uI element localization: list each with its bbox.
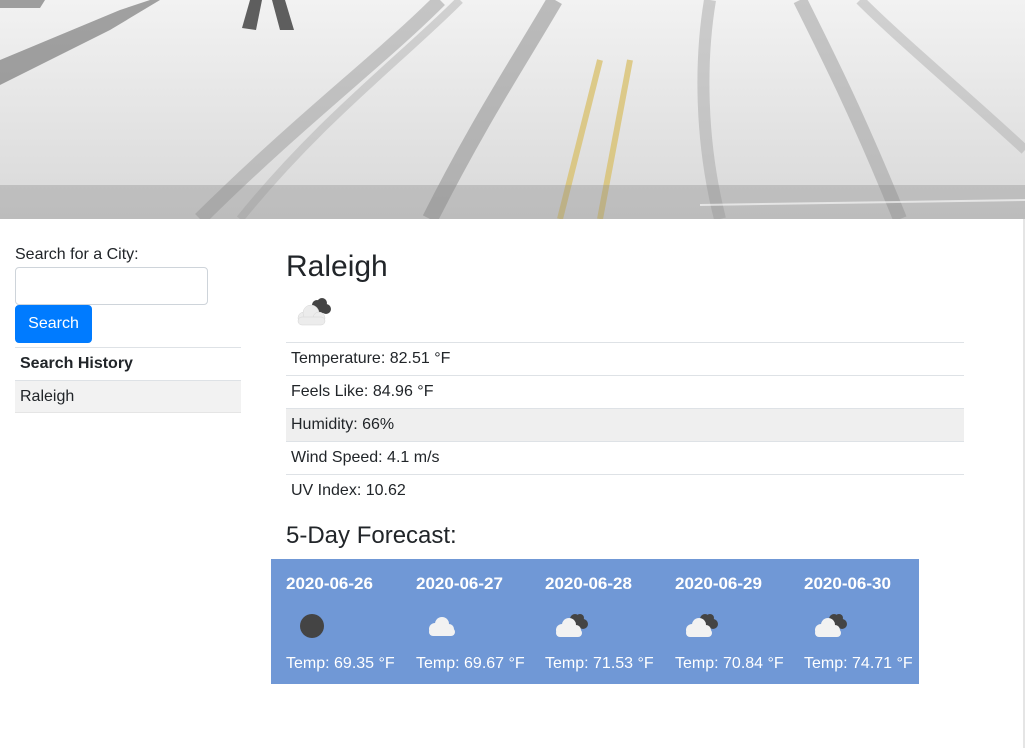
search-label: Search for a City:	[15, 246, 139, 263]
forecast-date: 2020-06-27	[416, 574, 503, 593]
uv-index-stat: UV Index: 10.62	[286, 474, 964, 507]
sidebar: Search for a City: Search Search History…	[15, 245, 241, 413]
forecast-day: 2020-06-26 Temp: 69.35 °F	[271, 559, 400, 684]
forecast-day: 2020-06-29 Temp: 70.84 °F	[660, 559, 789, 684]
broken-clouds-icon	[686, 614, 718, 637]
current-weather: Raleigh Temperature: 82.51 °F Feels Like…	[286, 247, 964, 507]
forecast-temp: Temp: 69.67 °F	[416, 655, 525, 672]
forecast-temp: Temp: 69.35 °F	[286, 655, 395, 672]
forecast-title: 5-Day Forecast:	[286, 522, 457, 549]
forecast-temp: Temp: 71.53 °F	[545, 655, 654, 672]
forecast-date: 2020-06-28	[545, 574, 632, 593]
broken-clouds-icon	[556, 614, 588, 637]
broken-clouds-icon	[815, 614, 847, 637]
search-button[interactable]: Search	[15, 305, 92, 343]
forecast-panel: 2020-06-26 Temp: 69.35 °F 2020-06-27 Tem…	[271, 559, 919, 684]
broken-clouds-icon	[297, 298, 331, 326]
humidity-stat: Humidity: 66%	[286, 408, 964, 441]
forecast-day: 2020-06-30 Temp: 74.71 °F	[789, 559, 918, 684]
wind-speed-stat: Wind Speed: 4.1 m/s	[286, 441, 964, 474]
hero-image	[0, 0, 1025, 219]
forecast-day: 2020-06-27 Temp: 69.67 °F	[401, 559, 530, 684]
overcast-icon	[300, 614, 324, 638]
forecast-date: 2020-06-30	[804, 574, 891, 593]
history-item-raleigh[interactable]: Raleigh	[15, 381, 241, 413]
search-history-title: Search History	[15, 347, 241, 381]
forecast-temp: Temp: 70.84 °F	[675, 655, 784, 672]
forecast-date: 2020-06-26	[286, 574, 373, 593]
forecast-temp: Temp: 74.71 °F	[804, 655, 913, 672]
city-title: Raleigh	[286, 250, 388, 283]
feels-like-stat: Feels Like: 84.96 °F	[286, 375, 964, 408]
forecast-date: 2020-06-29	[675, 574, 762, 593]
city-search-input[interactable]	[15, 267, 208, 305]
forecast-day: 2020-06-28 Temp: 71.53 °F	[530, 559, 659, 684]
temperature-stat: Temperature: 82.51 °F	[286, 342, 964, 375]
cloud-icon	[429, 617, 455, 636]
weather-stats: Temperature: 82.51 °F Feels Like: 84.96 …	[286, 342, 964, 507]
snowy-road-illustration	[0, 0, 1025, 219]
